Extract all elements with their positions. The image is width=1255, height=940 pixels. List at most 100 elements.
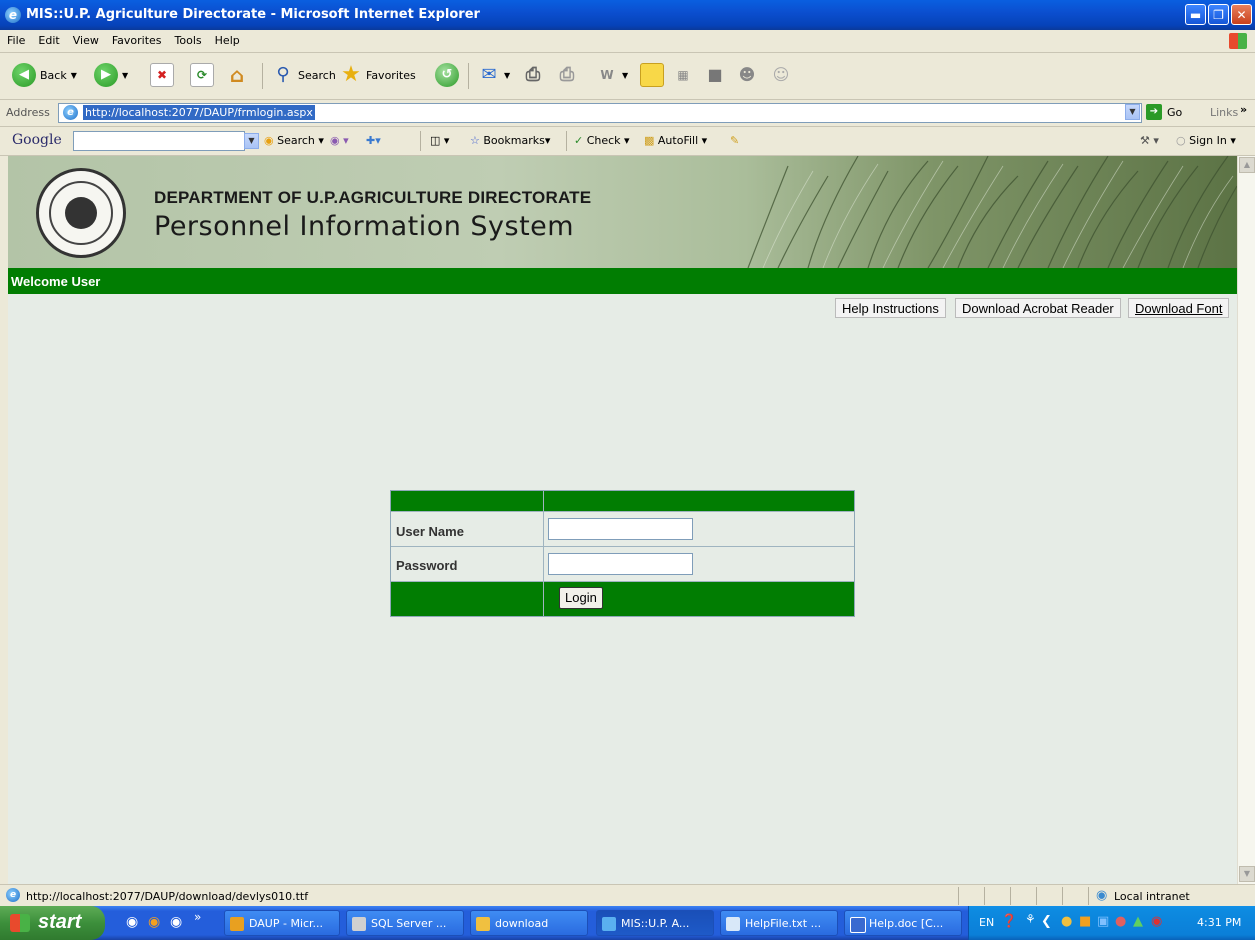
bookmarks-button[interactable]: ☆ Bookmarks▾ <box>470 134 550 147</box>
login-form: User Name Password Login <box>390 490 855 617</box>
sign-in-circle-icon: ○ <box>1176 134 1186 147</box>
login-button[interactable]: Login <box>559 587 603 609</box>
menu-favorites[interactable]: Favorites <box>105 30 168 47</box>
quick-launch-chevron-icon[interactable]: » <box>194 910 201 924</box>
password-input[interactable] <box>548 553 693 575</box>
note-button[interactable] <box>640 61 664 89</box>
favorites-button[interactable]: ★ Favorites <box>340 61 416 89</box>
window-title: MIS::U.P. Agriculture Directorate - Micr… <box>26 7 480 22</box>
contacts-button[interactable]: ☺ <box>770 61 792 89</box>
edit-button[interactable]: W ▼ <box>596 61 628 89</box>
window-title-bar[interactable]: e MIS::U.P. Agriculture Directorate - Mi… <box>0 0 1255 30</box>
standard-toolbar: ◀ Back ▼ ▶ ▼ ✖ ⟳ ⌂ ⚲ Search ★ Favorites ↺ … <box>0 53 1255 100</box>
search-label: Search <box>298 68 336 82</box>
mail-icon: ✉ <box>481 64 497 85</box>
download-acrobat-reader-link[interactable]: Download Acrobat Reader <box>955 298 1121 318</box>
minimize-button[interactable]: ▬ <box>1185 4 1206 25</box>
language-indicator[interactable]: EN <box>979 916 994 929</box>
favorites-label: Favorites <box>366 68 416 82</box>
address-dropdown-icon[interactable]: ▼ <box>1125 104 1140 120</box>
word-icon: W <box>600 68 614 82</box>
tray-app-icon-2[interactable]: ■ <box>1079 914 1091 929</box>
menu-help[interactable]: Help <box>208 30 246 47</box>
forward-arrow-icon: ▶ <box>94 63 118 87</box>
network-icon[interactable]: ▣ <box>1097 914 1109 929</box>
task-help-doc[interactable]: Help.doc [C... <box>844 910 962 936</box>
spell-check-button[interactable]: ✓ Check ▾ <box>574 134 630 147</box>
highlighter-icon[interactable]: ✎ <box>730 134 739 147</box>
home-button[interactable]: ⌂ <box>226 61 248 89</box>
task-helpfile-txt[interactable]: HelpFile.txt ... <box>720 910 838 936</box>
links-chevron-icon[interactable]: » <box>1240 103 1247 116</box>
google-search-dropdown-icon[interactable]: ▼ <box>244 133 259 149</box>
username-label: User Name <box>396 524 464 539</box>
tray-app-icon-4[interactable]: ▲ <box>1133 914 1143 929</box>
refresh-button[interactable]: ⟳ <box>190 61 214 89</box>
menu-file[interactable]: File <box>0 30 31 47</box>
forward-button[interactable]: ▶ ▼ <box>94 61 128 89</box>
links-button[interactable]: Links <box>1210 106 1238 119</box>
start-button[interactable]: start <box>0 906 105 940</box>
discuss-button[interactable]: ■ <box>704 61 726 89</box>
taskbar: start ◉ ◉ ◉ » DAUP - Micr... SQL Server … <box>0 906 1255 940</box>
mail-button[interactable]: ✉ ▼ <box>478 61 510 89</box>
sign-in-button[interactable]: ○ Sign In ▾ <box>1176 134 1236 147</box>
back-button[interactable]: ◀ Back ▼ <box>12 61 77 89</box>
messenger-people-button[interactable]: ☻ <box>736 61 758 89</box>
windows-flag-icon <box>10 914 30 932</box>
address-input[interactable]: e http://localhost:2077/DAUP/frmlogin.as… <box>58 103 1142 123</box>
scroll-down-icon[interactable]: ▼ <box>1239 866 1255 882</box>
welcome-text: Welcome User <box>11 274 101 289</box>
download-font-link[interactable]: Download Font <box>1128 298 1230 318</box>
task-daup-microsoft[interactable]: DAUP - Micr... <box>224 910 340 936</box>
login-footer-row <box>391 582 854 616</box>
help-instructions-link[interactable]: Help Instructions <box>835 298 946 318</box>
clock[interactable]: 4:31 PM <box>1197 916 1241 929</box>
quick-launch-ie-icon[interactable]: ◉ <box>126 914 138 930</box>
antivirus-icon[interactable]: ◉ <box>1151 914 1162 929</box>
notepad-icon <box>726 917 740 931</box>
print-button[interactable]: ⎙ <box>522 61 544 89</box>
wrench-icon[interactable]: ⚒ ▾ <box>1140 134 1159 147</box>
google-popup-icon[interactable]: ◫ ▾ <box>430 134 449 147</box>
google-search-input[interactable] <box>73 131 245 151</box>
google-pagerank-icon[interactable]: ◉ ▾ <box>330 134 349 147</box>
task-mis-up-agriculture[interactable]: MIS::U.P. A... <box>596 910 714 936</box>
go-arrow-icon[interactable]: ➔ <box>1146 104 1162 120</box>
autofill-button[interactable]: ▩ AutoFill ▾ <box>644 134 707 147</box>
back-arrow-icon: ◀ <box>12 63 36 87</box>
tray-tool-icon[interactable]: ⚘ <box>1025 912 1036 926</box>
task-sql-server[interactable]: SQL Server ... <box>346 910 464 936</box>
help-tray-icon[interactable]: ❓ <box>1001 914 1017 929</box>
tray-app-icon-3[interactable]: ● <box>1115 914 1126 929</box>
menu-tools[interactable]: Tools <box>168 30 208 47</box>
google-plus-icon[interactable]: ✚▾ <box>366 134 381 147</box>
history-button[interactable]: ↺ <box>435 61 459 89</box>
restore-button[interactable]: ❐ <box>1208 4 1229 25</box>
header-banner: DEPARTMENT OF U.P.AGRICULTURE DIRECTORAT… <box>8 156 1237 268</box>
tray-app-icon-1[interactable]: ● <box>1061 914 1072 929</box>
go-button[interactable]: Go <box>1167 106 1182 119</box>
google-logo[interactable]: Google <box>12 132 62 148</box>
menu-edit[interactable]: Edit <box>31 30 65 47</box>
print-preview-button[interactable]: ⎙ <box>556 61 578 89</box>
book-icon: ■ <box>707 65 723 84</box>
tray-expand-icon[interactable]: ❮ <box>1041 914 1052 929</box>
scroll-up-icon[interactable]: ▲ <box>1239 157 1255 173</box>
history-icon: ↺ <box>435 63 459 87</box>
menu-view[interactable]: View <box>66 30 105 47</box>
menu-bar: File Edit View Favorites Tools Help <box>0 30 1255 53</box>
vertical-scrollbar[interactable]: ▲ ▼ <box>1237 156 1255 884</box>
search-icon: ⚲ <box>276 64 290 85</box>
stop-button[interactable]: ✖ <box>150 61 174 89</box>
close-button[interactable]: ✕ <box>1231 4 1252 25</box>
task-download-folder[interactable]: download <box>470 910 588 936</box>
page-icon: e <box>63 105 78 120</box>
google-search-button[interactable]: ◉ Search ▾ <box>264 134 324 147</box>
search-button[interactable]: ⚲ Search <box>272 61 336 89</box>
username-input[interactable] <box>548 518 693 540</box>
word-doc-icon <box>850 917 866 933</box>
quick-launch-media-icon[interactable]: ◉ <box>148 914 160 930</box>
messenger-button[interactable]: ▦ <box>672 61 694 89</box>
quick-launch-browser-icon[interactable]: ◉ <box>170 914 182 930</box>
